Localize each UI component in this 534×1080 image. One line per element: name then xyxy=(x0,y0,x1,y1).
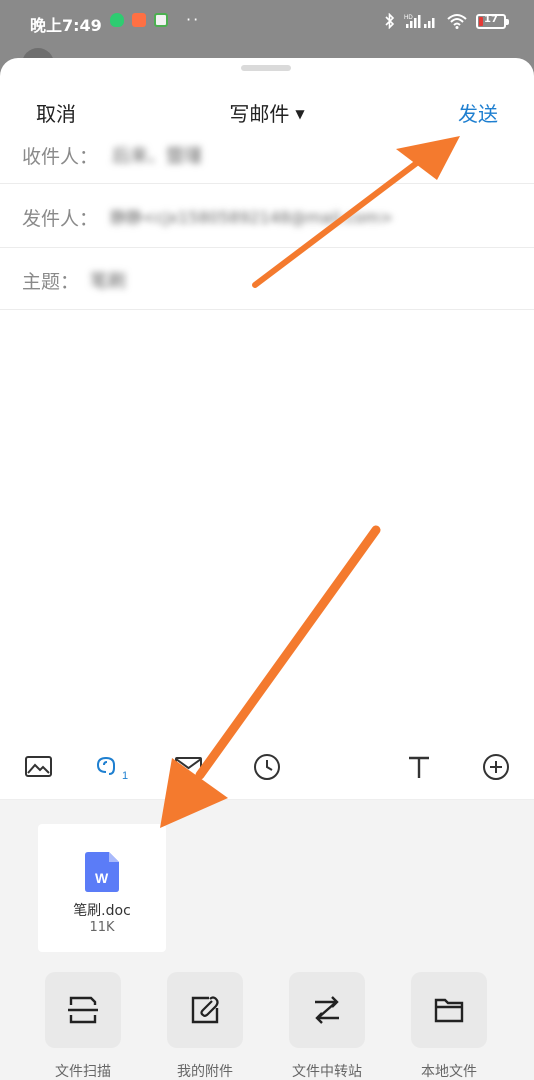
attachment-tray: W 笔刷.doc 11K 文件扫描 我的附件 文件中转站 本地文件 xyxy=(0,800,534,1080)
word-doc-icon: W xyxy=(85,852,119,892)
to-label: 收件人： xyxy=(22,146,99,168)
add-circle-icon[interactable] xyxy=(481,752,511,782)
wechat-app-icon xyxy=(154,13,168,27)
status-app-icons xyxy=(110,13,168,27)
shield-app-icon xyxy=(110,13,124,27)
attachment-size: 11K xyxy=(89,920,115,935)
source-local-files[interactable]: 本地文件 xyxy=(389,972,509,1080)
transfer-icon xyxy=(315,996,339,1024)
attachment-icon[interactable]: 1 xyxy=(96,752,136,782)
my-attachment-icon xyxy=(191,996,219,1024)
compose-title: 写邮件 xyxy=(229,102,290,126)
source-my-attachments-label: 我的附件 xyxy=(177,1064,233,1080)
from-field[interactable]: 发件人： 静静<cjx15805892148@mail.com> xyxy=(0,184,534,248)
transfer-icon-box xyxy=(289,972,365,1048)
caret-down-icon: ▼ xyxy=(295,107,305,121)
doc-icon-letter: W xyxy=(95,870,109,886)
battery-nub xyxy=(506,18,509,25)
compose-toolbar: 1 xyxy=(0,736,534,800)
compose-sheet: 取消 写邮件 ▼ 发送 收件人： 后来、暨瑾 发件人： 静静<cjx1580589… xyxy=(0,58,534,1080)
status-time: 晚上7:49 xyxy=(30,16,102,35)
source-scan-label: 文件扫描 xyxy=(55,1064,111,1080)
from-label: 发件人： xyxy=(22,208,99,230)
status-indicators: HD 17 xyxy=(385,13,509,29)
scan-icon xyxy=(68,996,98,1024)
folder-icon-box xyxy=(411,972,487,1048)
sheet-drag-handle[interactable] xyxy=(241,65,291,71)
scan-icon-box xyxy=(45,972,121,1048)
text-format-icon[interactable] xyxy=(404,752,434,782)
attachment-card[interactable]: W 笔刷.doc 11K xyxy=(38,824,166,952)
source-transfer-station[interactable]: 文件中转站 xyxy=(267,972,387,1080)
bluetooth-icon xyxy=(385,13,395,29)
attachment-count: 1 xyxy=(122,770,128,782)
battery-level: 17 xyxy=(484,13,498,25)
subject-field[interactable]: 主题： 笔刷 xyxy=(0,248,534,310)
signal-icon: HD xyxy=(404,15,435,28)
compose-title-dropdown[interactable]: 写邮件 ▼ xyxy=(0,98,534,127)
battery-icon: 17 xyxy=(476,13,509,29)
from-value[interactable]: 静静<cjx15805892148@mail.com> xyxy=(110,204,393,228)
send-button[interactable]: 发送 xyxy=(458,98,498,127)
source-scan[interactable]: 文件扫描 xyxy=(23,972,143,1080)
clock-icon[interactable] xyxy=(252,752,282,782)
to-value[interactable]: 后来、暨瑾 xyxy=(112,142,202,168)
status-more-icon: ·· xyxy=(186,10,201,29)
source-my-attachments[interactable]: 我的附件 xyxy=(145,972,265,1080)
mail-icon[interactable] xyxy=(174,752,204,782)
my-attachment-icon-box xyxy=(167,972,243,1048)
subject-value[interactable]: 笔刷 xyxy=(90,267,126,293)
folder-icon xyxy=(434,998,464,1023)
image-icon[interactable] xyxy=(24,752,54,782)
mail-app-icon xyxy=(132,13,146,27)
svg-text:HD: HD xyxy=(404,15,413,21)
wifi-icon xyxy=(447,14,467,29)
subject-label: 主题： xyxy=(22,271,80,293)
source-transfer-station-label: 文件中转站 xyxy=(292,1064,362,1080)
to-field[interactable]: 收件人： 后来、暨瑾 xyxy=(0,136,534,184)
source-local-files-label: 本地文件 xyxy=(421,1064,477,1080)
attachment-name: 笔刷.doc xyxy=(73,903,131,919)
status-bar: 晚上7:49 ·· HD 17 xyxy=(0,0,534,46)
